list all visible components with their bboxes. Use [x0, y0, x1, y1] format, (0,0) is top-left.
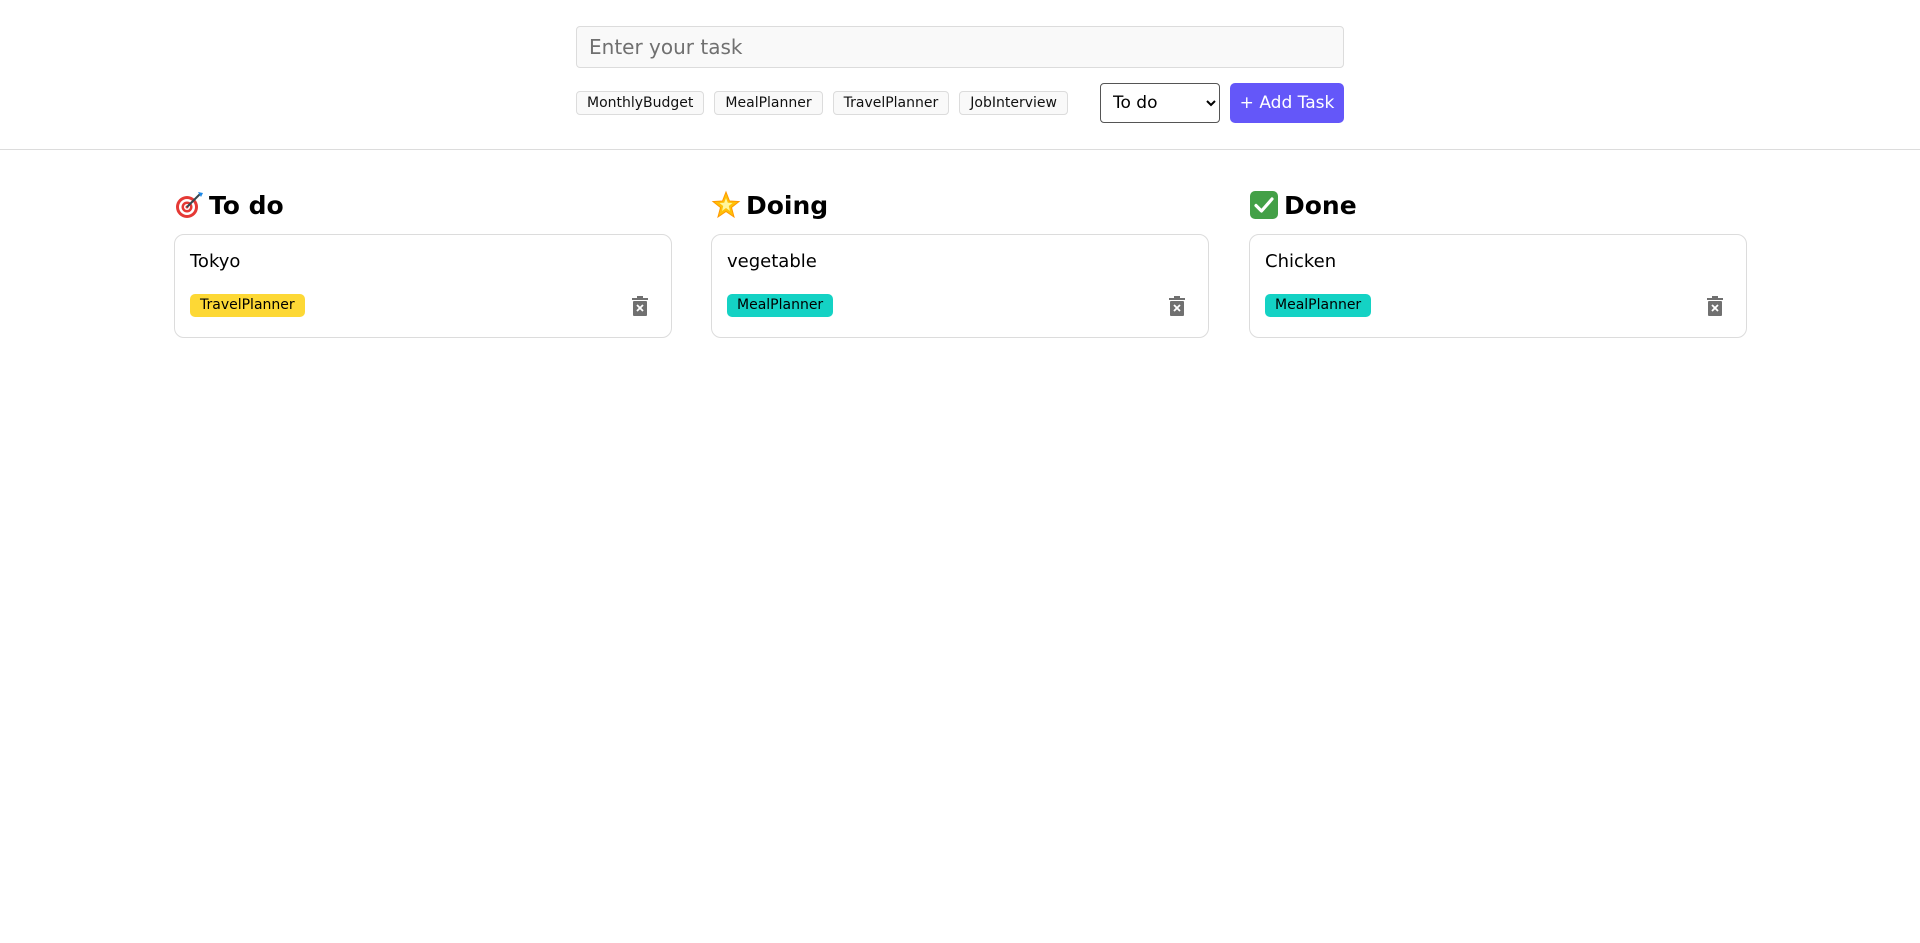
- check-mark-icon: [1249, 190, 1279, 220]
- glowing-star-icon: [711, 190, 741, 220]
- tag-monthlybudget-button[interactable]: MonthlyBudget: [576, 91, 705, 115]
- delete-task-icon[interactable]: [1704, 294, 1726, 318]
- column-title: Done: [1284, 190, 1357, 220]
- tag-travelplanner-button[interactable]: TravelPlanner: [832, 91, 950, 115]
- task-tag: TravelPlanner: [190, 294, 305, 317]
- tag-jobinterview-button[interactable]: JobInterview: [959, 91, 1068, 115]
- tag-selector: MonthlyBudget MealPlanner TravelPlanner …: [576, 91, 1068, 115]
- delete-task-icon[interactable]: [629, 294, 651, 318]
- dart-target-icon: [174, 190, 204, 220]
- column-heading: To do: [174, 186, 672, 224]
- todo-column: To do Tokyo TravelPlanner: [174, 186, 672, 338]
- task-tag: MealPlanner: [1265, 294, 1372, 317]
- delete-task-icon[interactable]: [1166, 294, 1188, 318]
- task-input[interactable]: [576, 26, 1344, 68]
- task-title: Chicken: [1265, 251, 1337, 272]
- task-title: Tokyo: [190, 251, 241, 272]
- tag-mealplanner-button[interactable]: MealPlanner: [714, 91, 823, 115]
- doing-column: Doing vegetable MealPlanner: [711, 186, 1209, 338]
- task-tag: MealPlanner: [727, 294, 834, 317]
- column-heading: Doing: [711, 186, 1209, 224]
- task-card[interactable]: vegetable MealPlanner: [711, 234, 1209, 338]
- add-task-button[interactable]: + Add Task: [1230, 83, 1344, 123]
- task-title: vegetable: [727, 251, 817, 272]
- done-column: Done Chicken MealPlanner: [1249, 186, 1747, 338]
- column-title: Doing: [746, 190, 829, 220]
- status-select[interactable]: To do Doing Done: [1100, 83, 1220, 123]
- task-form-header: MonthlyBudget MealPlanner TravelPlanner …: [0, 0, 1920, 150]
- task-card[interactable]: Chicken MealPlanner: [1249, 234, 1747, 338]
- column-title: To do: [209, 190, 284, 220]
- task-card[interactable]: Tokyo TravelPlanner: [174, 234, 672, 338]
- column-heading: Done: [1249, 186, 1747, 224]
